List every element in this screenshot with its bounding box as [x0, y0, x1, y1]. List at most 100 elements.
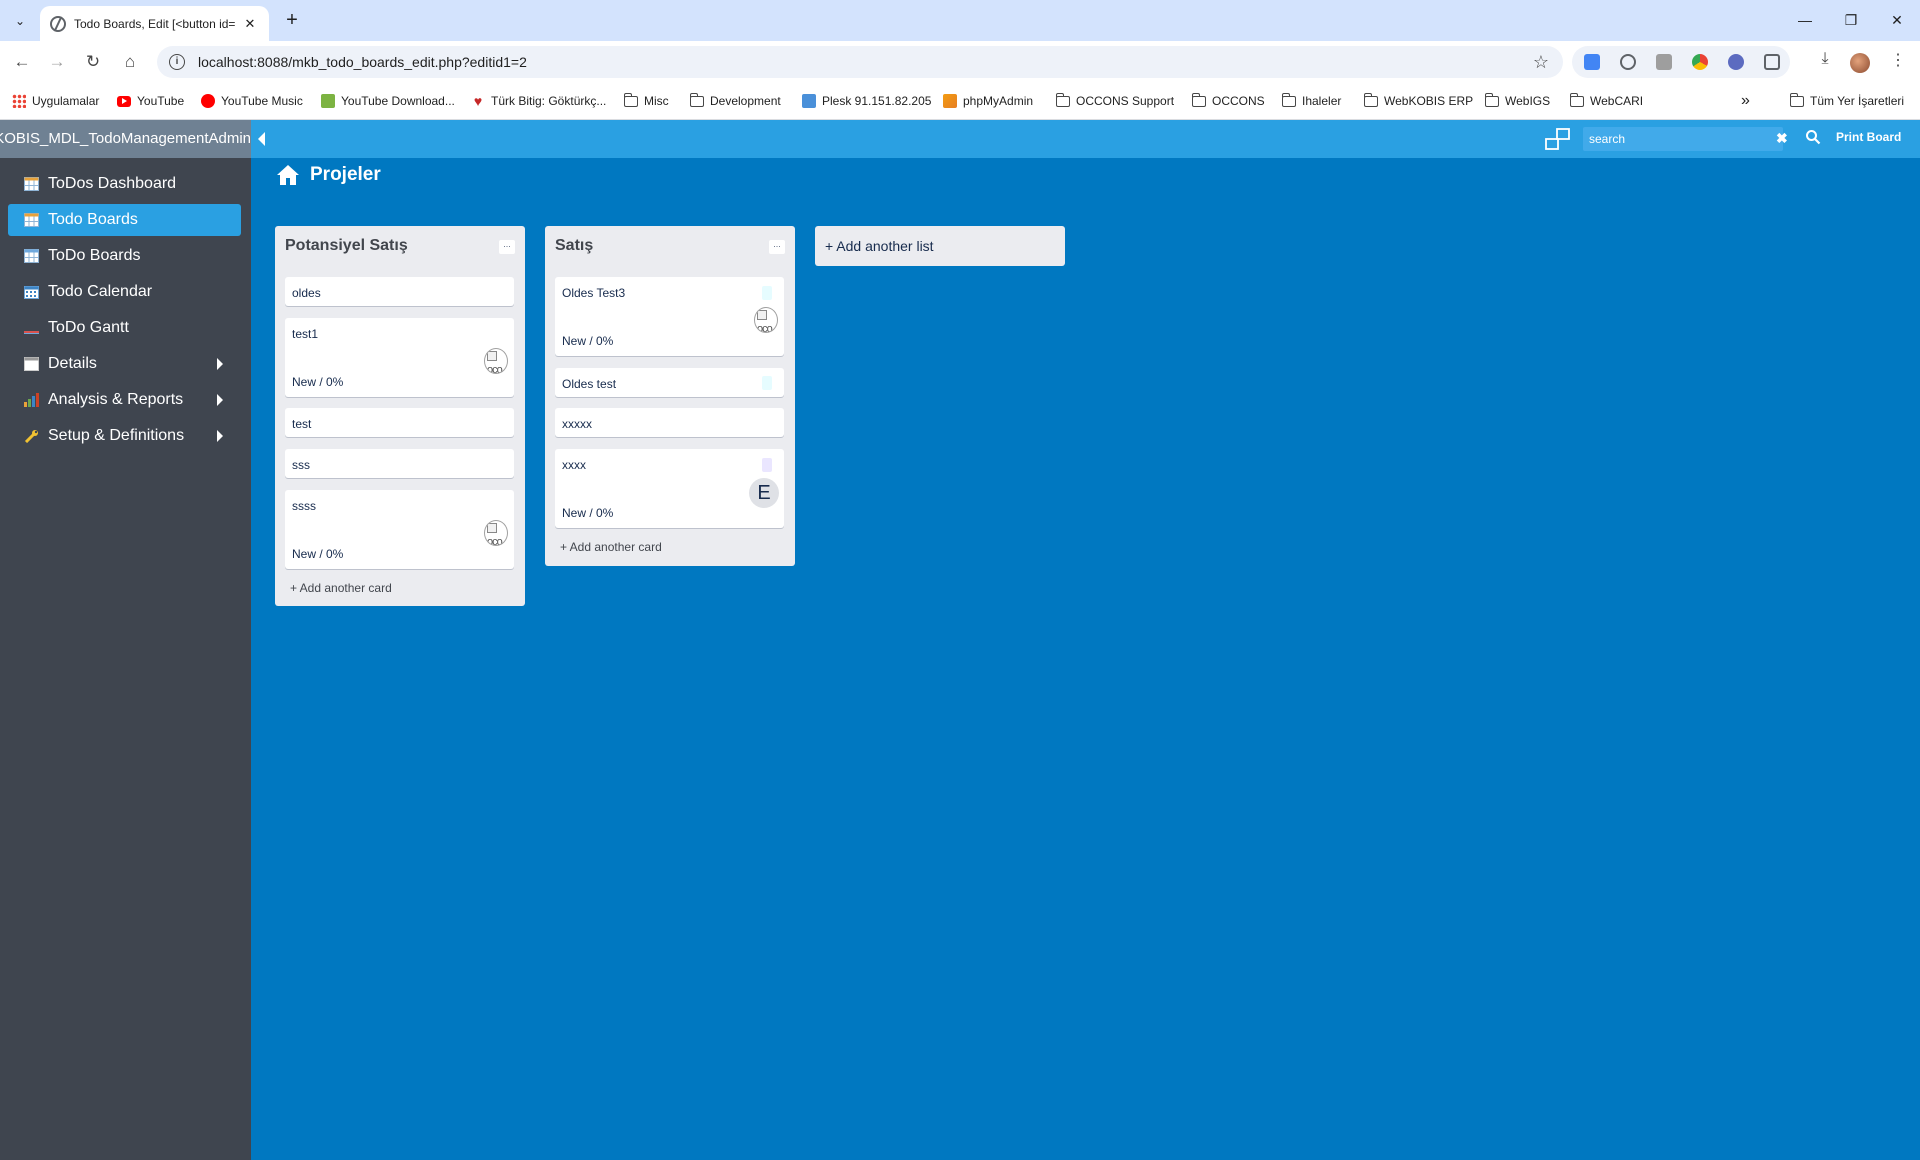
- sidebar-item-details[interactable]: Details: [8, 348, 241, 380]
- assignee-image: oco: [754, 307, 778, 333]
- apps-icon: [12, 94, 26, 108]
- bookmark-webcari[interactable]: WebCARI: [1569, 92, 1643, 110]
- wrench-icon: [24, 430, 38, 443]
- bookmark-youtube-music[interactable]: YouTube Music: [201, 92, 303, 110]
- calendar-icon: [24, 286, 39, 299]
- todo-card[interactable]: Oldes test: [555, 368, 784, 397]
- sidebar-item-todos-dashboard[interactable]: ToDos Dashboard: [8, 168, 241, 200]
- puzzle-extensions-icon[interactable]: [1764, 54, 1780, 70]
- sidebar-item-todo-boards[interactable]: ToDo Boards: [8, 240, 241, 272]
- todo-card[interactable]: xxxx E New / 0%: [555, 449, 784, 528]
- bookmark-uygulamalar[interactable]: Uygulamalar: [12, 92, 99, 110]
- home-icon[interactable]: [276, 164, 300, 186]
- assignee-avatar: E: [749, 478, 779, 508]
- todo-app: WebKOBIS_MDL_TodoManagementAdmin ✖ Print…: [0, 120, 1920, 1160]
- folder-icon: [1484, 92, 1499, 107]
- browser-toolbar: ← → ↻ ⌂ i localhost:8088/mkb_todo_boards…: [0, 41, 1920, 83]
- board-title: Projeler: [310, 164, 381, 185]
- print-board-button[interactable]: Print Board: [1836, 130, 1901, 144]
- sidebar-item-label: ToDo Gantt: [48, 319, 129, 336]
- todo-card[interactable]: test1 oco New / 0%: [285, 318, 514, 397]
- table-icon: [24, 177, 39, 191]
- tab-search-button[interactable]: ⌄: [6, 8, 34, 34]
- bookmark-webigs[interactable]: WebIGS: [1484, 92, 1550, 110]
- sidebar-item-label: ToDos Dashboard: [48, 175, 177, 192]
- list-title: Potansiyel Satış: [285, 237, 408, 254]
- sidebar-collapse-icon[interactable]: [258, 132, 265, 146]
- translate-extension-icon[interactable]: [1584, 54, 1600, 70]
- sidebar-item-analysis-reports[interactable]: Analysis & Reports: [8, 384, 241, 416]
- profile-avatar[interactable]: [1850, 53, 1870, 73]
- card-label-tag: [762, 458, 772, 472]
- bookmark-phpmyadmin[interactable]: phpMyAdmin: [943, 92, 1033, 110]
- bookmark-star-icon[interactable]: ☆: [1533, 52, 1549, 73]
- bookmark-turk-bitig[interactable]: ♥ Türk Bitig: Göktürkç...: [471, 92, 607, 110]
- recycle-extension-icon[interactable]: [1620, 54, 1636, 70]
- address-bar[interactable]: i localhost:8088/mkb_todo_boards_edit.ph…: [157, 46, 1563, 78]
- forward-button[interactable]: →: [43, 48, 71, 76]
- bookmark-misc[interactable]: Misc: [623, 92, 669, 110]
- card-title: sss: [292, 458, 310, 472]
- board-switch-icon[interactable]: [1544, 127, 1572, 153]
- bookmark-youtube[interactable]: YouTube: [117, 92, 184, 110]
- bookmarks-overflow-button[interactable]: »: [1741, 92, 1750, 110]
- app-title: WebKOBIS_MDL_TodoManagementAdmin: [0, 130, 251, 147]
- restore-button[interactable]: ❐: [1828, 8, 1874, 32]
- card-status: New / 0%: [292, 547, 344, 561]
- back-button[interactable]: ←: [8, 48, 36, 76]
- card-status: New / 0%: [292, 375, 344, 389]
- list-menu-button[interactable]: ...: [499, 240, 515, 254]
- all-bookmarks-folder[interactable]: Tüm Yer İşaretleri: [1789, 92, 1904, 110]
- tab-close-icon[interactable]: ✕: [241, 16, 259, 32]
- todo-card[interactable]: ssss oco New / 0%: [285, 490, 514, 569]
- list-menu-button[interactable]: ...: [769, 240, 785, 254]
- chevron-right-icon: [217, 358, 223, 370]
- todo-card[interactable]: sss: [285, 449, 514, 478]
- search-input[interactable]: [1583, 127, 1783, 151]
- board-list: Potansiyel Satış ... oldes test1 oco New…: [275, 226, 525, 606]
- bookmark-plesk[interactable]: Plesk 91.151.82.205: [802, 92, 931, 110]
- tab-title: Todo Boards, Edit [<button id=: [74, 16, 236, 31]
- bookmark-ihaleler[interactable]: Ihaleler: [1281, 92, 1341, 110]
- add-card-button[interactable]: + Add another card: [290, 581, 392, 595]
- add-card-button[interactable]: + Add another card: [560, 540, 662, 554]
- minimize-button[interactable]: —: [1782, 8, 1828, 32]
- browser-menu-icon[interactable]: ⋮: [1886, 50, 1910, 74]
- color-picker-extension-icon[interactable]: [1692, 54, 1708, 70]
- reload-button[interactable]: ↻: [79, 48, 107, 76]
- sidebar-item-todo-gantt[interactable]: ToDo Gantt: [8, 312, 241, 344]
- new-tab-button[interactable]: +: [280, 8, 304, 32]
- sidebar: ToDos Dashboard Todo Boards ToDo Boards …: [0, 158, 251, 1160]
- assignee-image: oco: [484, 348, 508, 374]
- html-extension-icon[interactable]: [1656, 54, 1672, 70]
- sidebar-item-todo-calendar[interactable]: Todo Calendar: [8, 276, 241, 308]
- bookmark-occons[interactable]: OCCONS: [1191, 92, 1265, 110]
- search-clear-icon[interactable]: ✖: [1776, 130, 1788, 147]
- sidebar-item-todo-boards-active[interactable]: Todo Boards: [8, 204, 241, 236]
- search-icon[interactable]: [1805, 129, 1821, 145]
- infinity-extension-icon[interactable]: [1728, 54, 1744, 70]
- add-list-button[interactable]: + Add another list: [815, 226, 1065, 266]
- window-close-button[interactable]: ✕: [1874, 8, 1920, 32]
- bookmark-webkobis-erp[interactable]: WebKOBIS ERP: [1363, 92, 1473, 110]
- bookmark-occons-support[interactable]: OCCONS Support: [1055, 92, 1174, 110]
- todo-card[interactable]: oldes: [285, 277, 514, 306]
- sidebar-item-setup-definitions[interactable]: Setup & Definitions: [8, 420, 241, 452]
- home-button[interactable]: ⌂: [116, 48, 144, 76]
- bookmark-development[interactable]: Development: [689, 92, 781, 110]
- url-text[interactable]: localhost:8088/mkb_todo_boards_edit.php?…: [198, 54, 1533, 70]
- todo-card[interactable]: Oldes Test3 oco New / 0%: [555, 277, 784, 356]
- card-title: oldes: [292, 286, 321, 300]
- todo-card[interactable]: xxxxx: [555, 408, 784, 437]
- card-status: New / 0%: [562, 506, 614, 520]
- sidebar-item-label: Setup & Definitions: [48, 427, 185, 444]
- bookmark-youtube-download[interactable]: YouTube Download...: [321, 92, 455, 110]
- folder-icon: [1055, 92, 1070, 107]
- download-icon[interactable]: ⤓: [1813, 50, 1837, 74]
- details-icon: [24, 357, 39, 371]
- chevron-right-icon: [217, 394, 223, 406]
- todo-card[interactable]: test: [285, 408, 514, 437]
- site-info-icon[interactable]: i: [169, 54, 185, 70]
- app-topbar: WebKOBIS_MDL_TodoManagementAdmin ✖ Print…: [0, 120, 1920, 158]
- browser-tab-active[interactable]: Todo Boards, Edit [<button id= ✕: [40, 6, 269, 41]
